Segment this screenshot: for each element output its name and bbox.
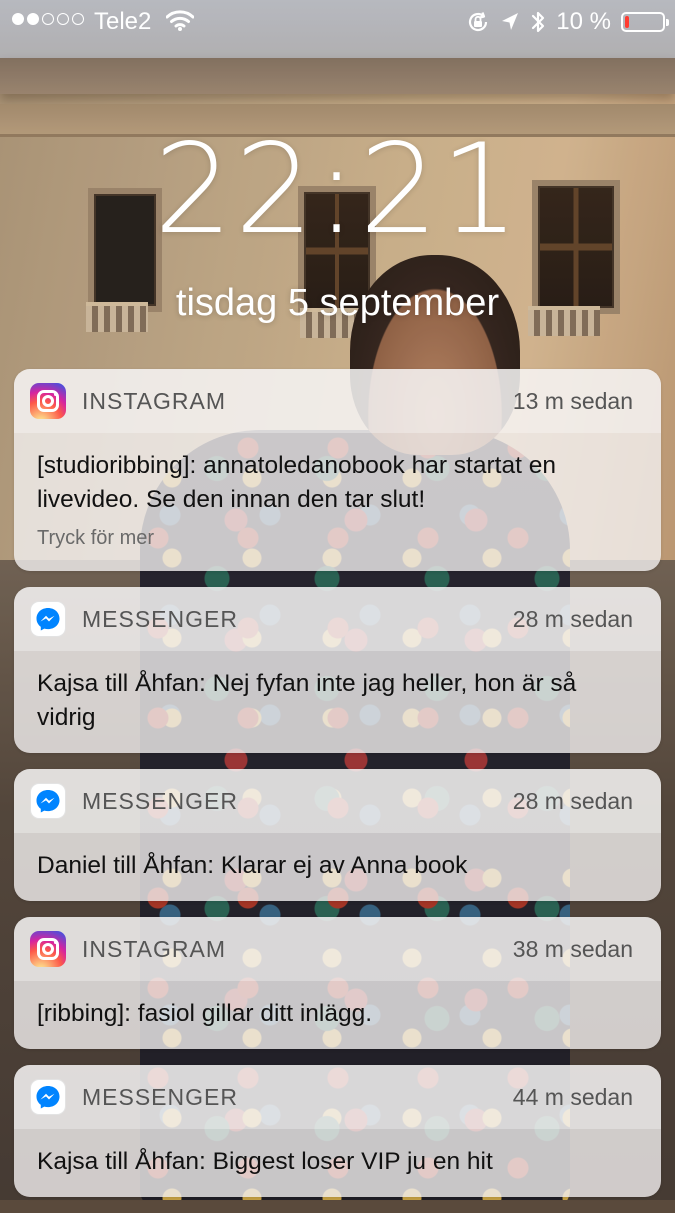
signal-dot [42, 13, 54, 25]
messenger-icon [30, 783, 66, 819]
notification-header: MESSENGER 28 m sedan [14, 587, 661, 651]
signal-strength-icon [12, 13, 84, 25]
notification-app-name: MESSENGER [82, 605, 238, 632]
notification-message: [studioribbing]: annatoledanobook har st… [37, 452, 556, 513]
rotation-lock-icon [469, 12, 488, 32]
notification-message: [ribbing]: fasiol gillar ditt inlägg. [37, 1000, 373, 1027]
notification-message: Daniel till Åhfan: Klarar ej av Anna boo… [37, 852, 468, 879]
battery-percentage: 10 % [556, 8, 611, 35]
signal-dot [12, 13, 24, 25]
status-bar: Tele2 10 % [0, 0, 675, 44]
status-right-group: 10 % [466, 7, 669, 37]
bluetooth-icon [532, 11, 545, 33]
signal-dot [27, 13, 39, 25]
messenger-icon [30, 601, 66, 637]
notification-card[interactable]: MESSENGER 44 m sedan Kajsa till Åhfan: B… [14, 1065, 661, 1197]
instagram-icon [30, 383, 66, 419]
notification-app-name: MESSENGER [82, 787, 238, 814]
notification-time: 44 m sedan [512, 1083, 633, 1110]
signal-dot [57, 13, 69, 25]
notification-list: INSTAGRAM 13 m sedan [studioribbing]: an… [14, 369, 661, 1213]
battery-level-fill [625, 16, 629, 28]
notification-header: MESSENGER 44 m sedan [14, 1065, 661, 1129]
notification-body: [studioribbing]: annatoledanobook har st… [14, 433, 661, 571]
notification-card[interactable]: INSTAGRAM 13 m sedan [studioribbing]: an… [14, 369, 661, 571]
notification-body: [ribbing]: fasiol gillar ditt inlägg. [14, 981, 661, 1049]
lock-screen-date: tisdag 5 september [175, 282, 500, 324]
location-arrow-icon [502, 13, 519, 30]
instagram-icon [30, 931, 66, 967]
notification-card[interactable]: MESSENGER 28 m sedan Kajsa till Åhfan: N… [14, 587, 661, 753]
wifi-icon [166, 10, 194, 31]
notification-card[interactable]: INSTAGRAM 38 m sedan [ribbing]: fasiol g… [14, 917, 661, 1049]
notification-time: 28 m sedan [512, 605, 633, 632]
notification-app-name: MESSENGER [82, 1083, 238, 1110]
notification-body: Daniel till Åhfan: Klarar ej av Anna boo… [14, 833, 661, 901]
notification-time: 28 m sedan [512, 787, 633, 814]
notification-body: Kajsa till Åhfan: Nej fyfan inte jag hel… [14, 651, 661, 753]
carrier-name: Tele2 [94, 8, 152, 35]
messenger-icon [30, 1079, 66, 1115]
notification-header: INSTAGRAM 13 m sedan [14, 369, 661, 433]
battery-icon [621, 12, 669, 32]
notification-message: Kajsa till Åhfan: Nej fyfan inte jag hel… [37, 670, 577, 731]
notification-app-name: INSTAGRAM [82, 935, 227, 962]
signal-dot [72, 13, 84, 25]
notification-app-name: INSTAGRAM [82, 387, 227, 414]
lock-screen-time: 22:21 [153, 118, 522, 262]
notification-header: MESSENGER 28 m sedan [14, 769, 661, 833]
notification-message: Kajsa till Åhfan: Biggest loser VIP ju e… [37, 1148, 493, 1175]
press-for-more-hint: Tryck för mer [37, 527, 155, 549]
notification-body: Kajsa till Åhfan: Biggest loser VIP ju e… [14, 1129, 661, 1197]
notification-time: 38 m sedan [512, 935, 633, 962]
notification-time: 13 m sedan [512, 387, 633, 414]
notification-card[interactable]: MESSENGER 28 m sedan Daniel till Åhfan: … [14, 769, 661, 901]
notification-header: INSTAGRAM 38 m sedan [14, 917, 661, 981]
